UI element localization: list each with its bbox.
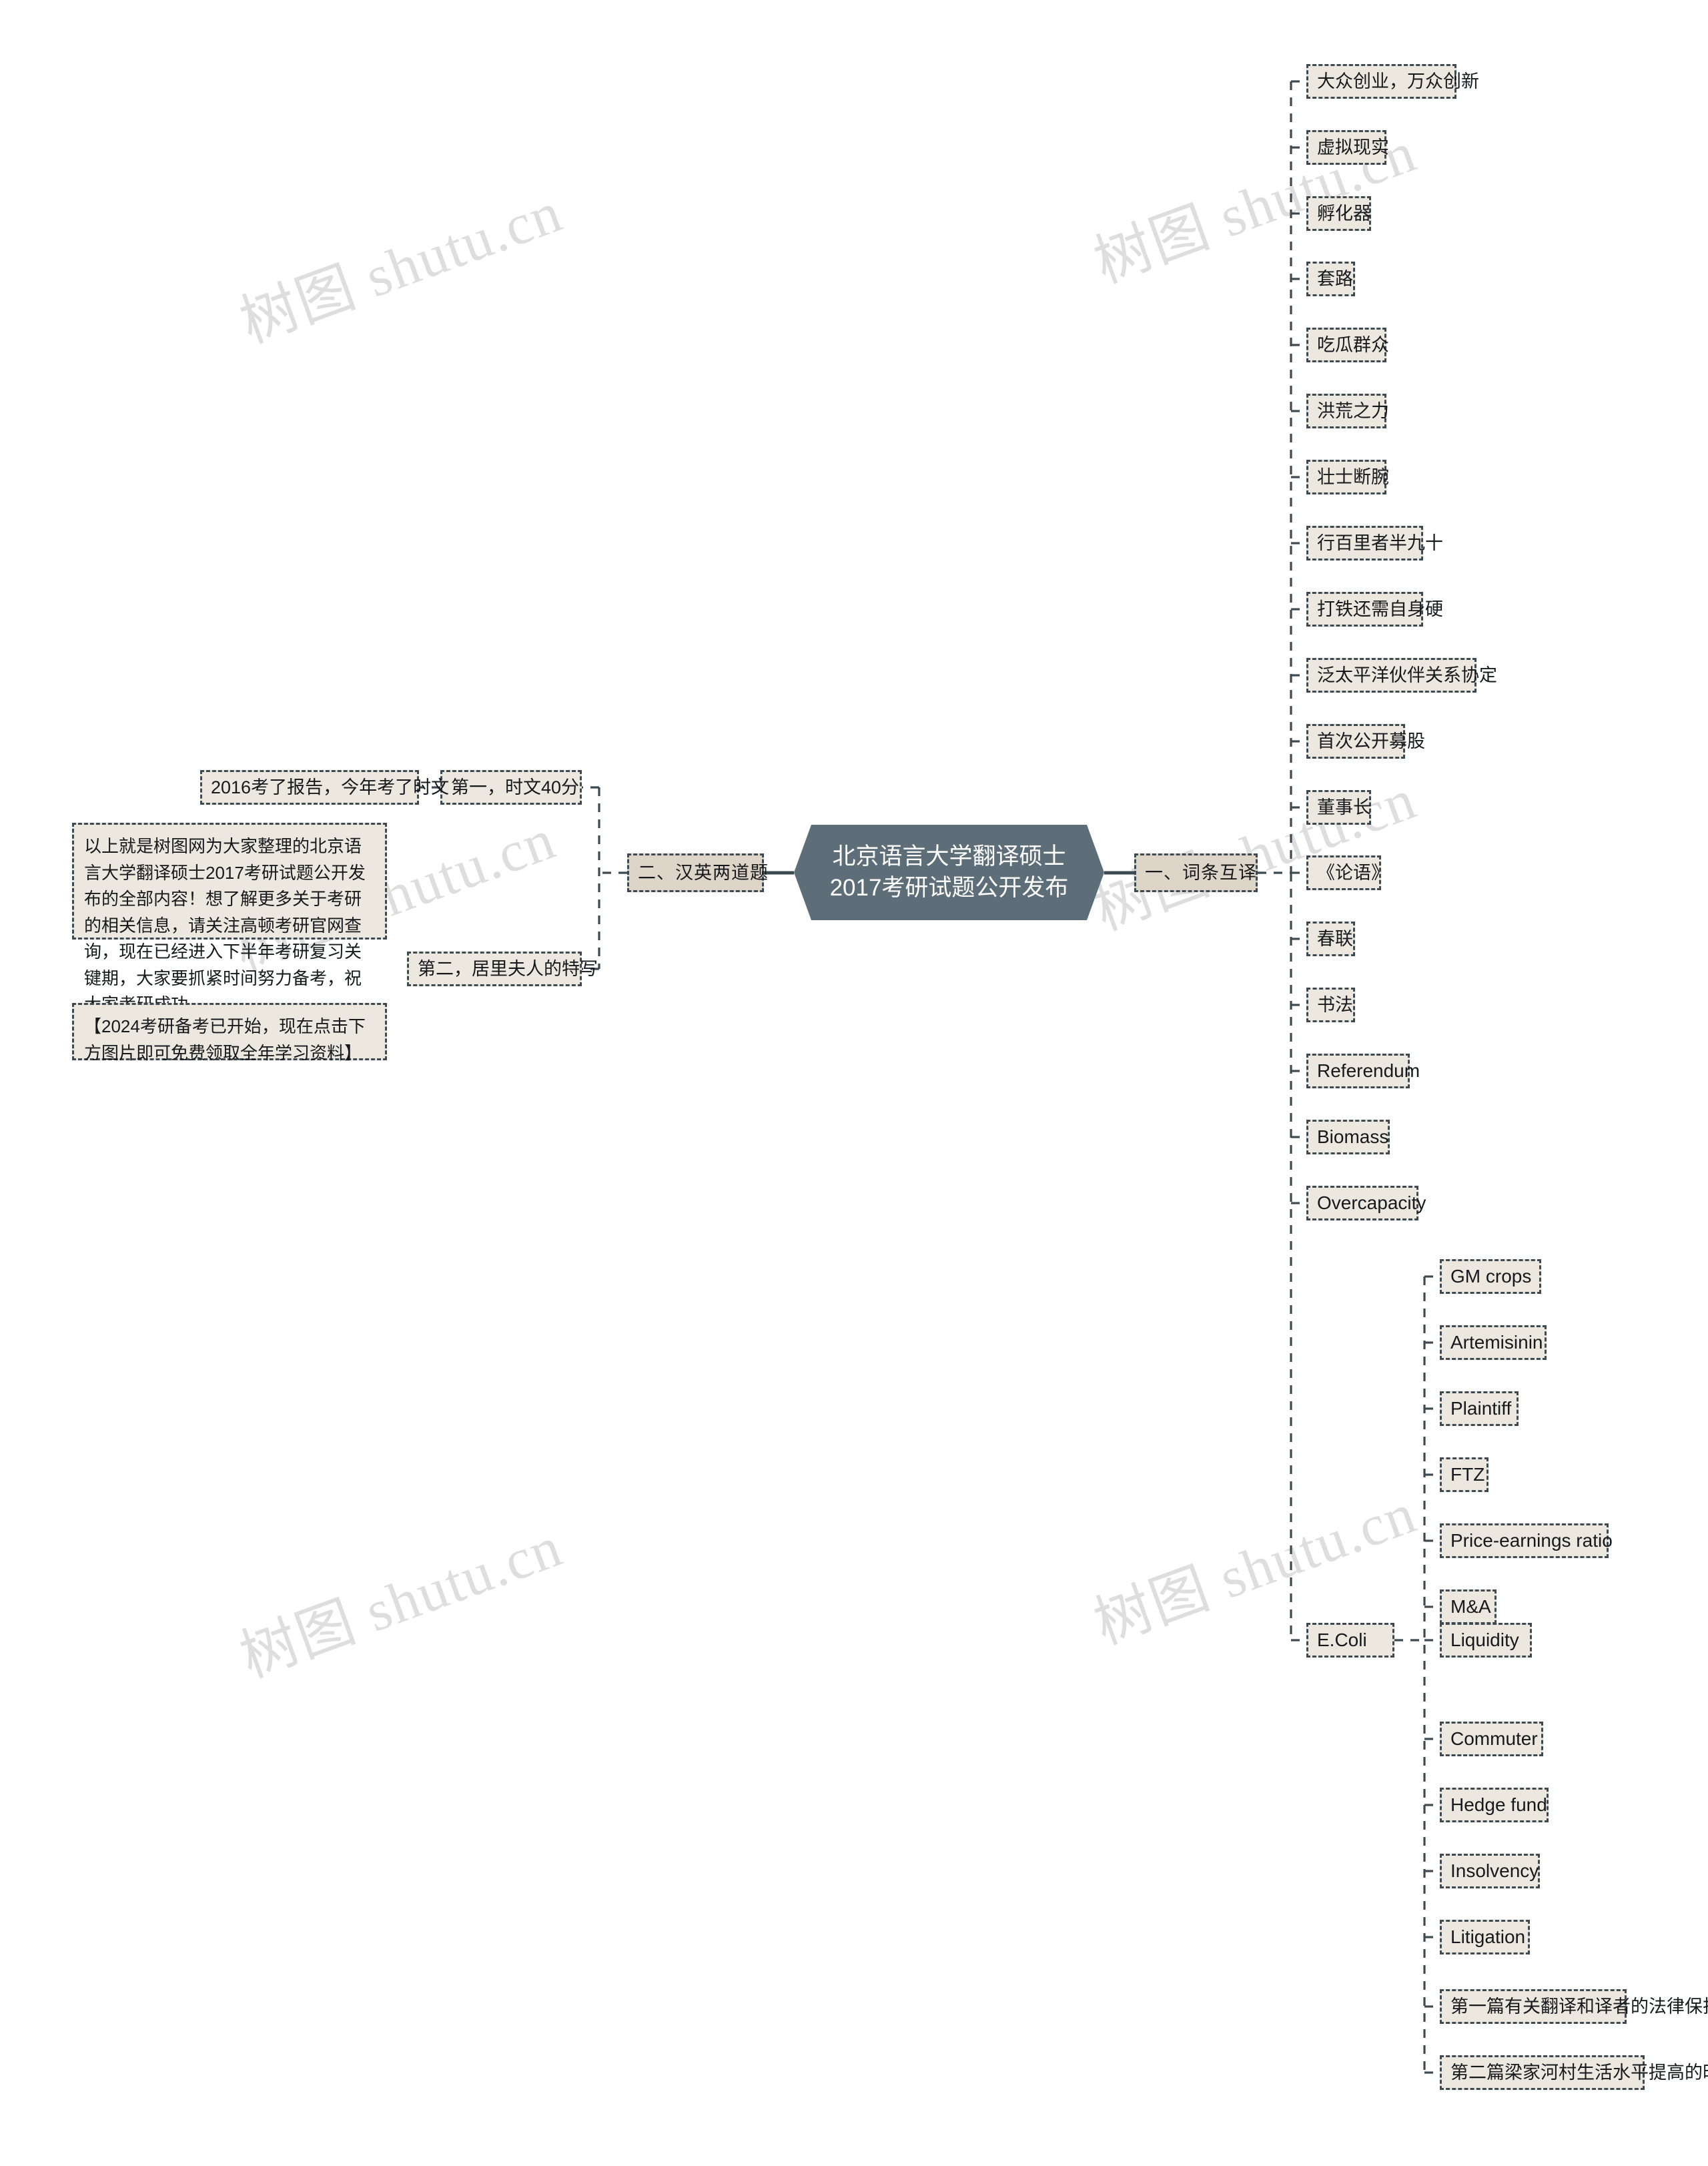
right-leaf-label: Overcapacity <box>1317 1192 1426 1214</box>
ecoli-child-label: Commuter <box>1450 1728 1538 1750</box>
summary-note-text: 以上就是树图网为大家整理的北京语言大学翻译硕士2017考研试题公开发布的全部内容… <box>84 836 366 1014</box>
ecoli-child-4[interactable]: Price-earnings ratio <box>1440 1523 1613 1558</box>
right-leaf-label: 打铁还需自身硬 <box>1317 599 1443 619</box>
right-leaf-label: 行百里者半九十 <box>1317 532 1443 553</box>
right-leaf-9[interactable]: 泛太平洋伙伴关系协定 <box>1306 658 1497 693</box>
right-leaf-5[interactable]: 洪荒之力 <box>1306 394 1389 428</box>
center-node[interactable]: 北京语言大学翻译硕士2017考研试题公开发布 <box>794 825 1104 920</box>
right-leaf-label: 虚拟现实 <box>1317 137 1389 157</box>
right-leaf-7[interactable]: 行百里者半九十 <box>1306 526 1443 561</box>
ecoli-child-label: Price-earnings ratio <box>1450 1530 1613 1551</box>
branch-right-label: 一、词条互译 <box>1145 862 1257 883</box>
right-leaf-3[interactable]: 套路 <box>1306 262 1355 296</box>
right-leaf-14[interactable]: 书法 <box>1306 988 1355 1022</box>
left-leaf-0[interactable]: 第一，时文40分 <box>440 770 582 805</box>
ecoli-child-label: GM crops <box>1450 1266 1532 1287</box>
summary-note[interactable]: 以上就是树图网为大家整理的北京语言大学翻译硕士2017考研试题公开发布的全部内容… <box>72 823 387 1014</box>
ecoli-child-7[interactable]: Commuter <box>1440 1722 1543 1756</box>
right-leaf-17[interactable]: Overcapacity <box>1306 1186 1426 1220</box>
right-leaf-label: 首次公开募股 <box>1317 731 1425 751</box>
right-leaf-label: 大众创业，万众创新 <box>1317 71 1479 91</box>
right-leaf-label: 书法 <box>1317 994 1353 1015</box>
right-leaf-15[interactable]: Referendum <box>1306 1054 1420 1088</box>
ecoli-node[interactable]: E.Coli <box>1306 1623 1394 1658</box>
right-leaf-label: 吃瓜群众 <box>1317 334 1389 355</box>
right-leaf-8[interactable]: 打铁还需自身硬 <box>1306 592 1443 627</box>
right-leaf-label: 洪荒之力 <box>1317 400 1389 421</box>
branch-left-label: 二、汉英两道题 <box>638 862 769 883</box>
center-node-title: 北京语言大学翻译硕士2017考研试题公开发布 <box>829 843 1069 901</box>
promo-note-text: 【2024考研备考已开始，现在点击下方图片即可免费领取全年学习资料】 <box>84 1016 366 1063</box>
branch-node-right[interactable]: 一、词条互译 <box>1134 853 1258 892</box>
right-leaf-13[interactable]: 春联 <box>1306 922 1355 956</box>
right-leaf-label: 壮士断腕 <box>1317 466 1389 487</box>
ecoli-child-label: 第一篇有关翻译和译者的法律保护 <box>1450 1996 1708 2017</box>
right-leaf-11[interactable]: 董事长 <box>1306 790 1371 825</box>
connector-lines <box>374 80 1440 2074</box>
left-subleaf-0[interactable]: 2016考了报告，今年考了时文 <box>200 770 449 805</box>
ecoli-child-label: Liquidity <box>1450 1630 1519 1651</box>
right-leaf-label: 孵化器 <box>1317 203 1371 224</box>
ecoli-child-3[interactable]: FTZ <box>1440 1457 1488 1492</box>
ecoli-child-label: Artemisinin <box>1450 1332 1543 1353</box>
ecoli-child-label: Hedge fund <box>1450 1794 1547 1816</box>
right-leaf-label: 套路 <box>1317 268 1353 289</box>
right-leaf-4[interactable]: 吃瓜群众 <box>1306 328 1389 362</box>
ecoli-child-9[interactable]: Insolvency <box>1440 1854 1540 1888</box>
ecoli-child-label: FTZ <box>1450 1464 1485 1485</box>
left-leaf-label: 第一，时文40分 <box>451 777 580 797</box>
right-leaf-label: 泛太平洋伙伴关系协定 <box>1317 665 1497 685</box>
right-leaf-10[interactable]: 首次公开募股 <box>1306 724 1425 759</box>
ecoli-child-11[interactable]: 第一篇有关翻译和译者的法律保护 <box>1440 1989 1708 2024</box>
branch-node-left[interactable]: 二、汉英两道题 <box>627 853 768 892</box>
left-leaf-1[interactable]: 第二，居里夫人的特写 <box>407 952 598 986</box>
right-leaf-2[interactable]: 孵化器 <box>1306 196 1371 231</box>
ecoli-child-1[interactable]: Artemisinin <box>1440 1325 1547 1360</box>
right-leaf-label: Referendum <box>1317 1060 1420 1082</box>
promo-note[interactable]: 【2024考研备考已开始，现在点击下方图片即可免费领取全年学习资料】 <box>72 1003 387 1063</box>
right-leaf-label: 春联 <box>1317 928 1353 949</box>
ecoli-child-label: Insolvency <box>1450 1860 1539 1882</box>
right-leaf-0[interactable]: 大众创业，万众创新 <box>1306 64 1479 99</box>
left-subleaf-label: 2016考了报告，今年考了时文 <box>211 777 450 797</box>
ecoli-child-6[interactable]: Liquidity <box>1440 1623 1532 1658</box>
left-leaf-label: 第二，居里夫人的特写 <box>418 958 598 979</box>
right-leaf-label: Biomass <box>1317 1126 1389 1148</box>
ecoli-child-label: Litigation <box>1450 1926 1526 1948</box>
ecoli-child-0[interactable]: GM crops <box>1440 1259 1541 1294</box>
ecoli-child-8[interactable]: Hedge fund <box>1440 1788 1549 1822</box>
mindmap-canvas: 树图 shutu.cn 树图 shutu.cn 树图 shutu.cn 树图 s… <box>0 0 1708 2166</box>
ecoli-label: E.Coli <box>1317 1630 1367 1651</box>
right-leaf-12[interactable]: 《论语》 <box>1306 855 1389 890</box>
ecoli-child-label: Plaintiff <box>1450 1398 1512 1419</box>
right-leaf-1[interactable]: 虚拟现实 <box>1306 130 1389 165</box>
right-leaf-16[interactable]: Biomass <box>1306 1120 1390 1154</box>
ecoli-child-2[interactable]: Plaintiff <box>1440 1391 1519 1426</box>
ecoli-child-label: 第二篇梁家河村生活水平提高的时文 <box>1450 2062 1708 2083</box>
ecoli-child-5[interactable]: M&A <box>1440 1589 1497 1624</box>
right-leaf-label: 《论语》 <box>1317 862 1389 883</box>
ecoli-child-10[interactable]: Litigation <box>1440 1920 1530 1954</box>
ecoli-child-12[interactable]: 第二篇梁家河村生活水平提高的时文 <box>1440 2055 1708 2090</box>
right-leaf-label: 董事长 <box>1317 797 1371 817</box>
right-leaf-6[interactable]: 壮士断腕 <box>1306 460 1389 494</box>
ecoli-child-label: M&A <box>1450 1596 1491 1617</box>
